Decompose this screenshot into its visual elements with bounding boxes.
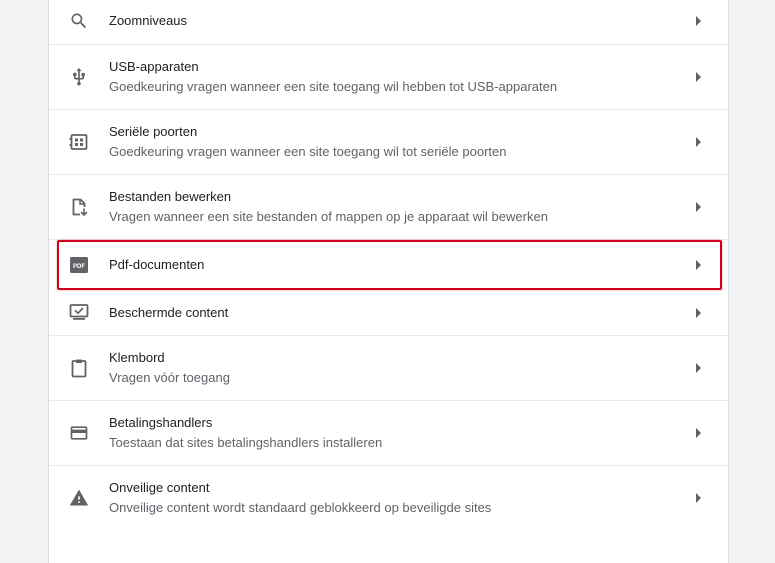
protected-content-icon [69,302,89,322]
settings-row-subtitle: Goedkeuring vragen wanneer een site toeg… [109,79,558,94]
settings-row-usb-devices[interactable]: USB-apparaten Goedkeuring vragen wanneer… [49,45,728,110]
settings-row-title: Onveilige content [109,480,210,495]
settings-row-title: USB-apparaten [109,59,199,74]
settings-row-title: Betalingshandlers [109,415,213,430]
serial-port-icon [69,132,89,152]
chevron-right-icon [696,308,702,318]
settings-row-clipboard[interactable]: Klembord Vragen vóór toegang [49,336,728,401]
chevron-right-icon [696,202,702,212]
settings-row-file-editing[interactable]: Bestanden bewerken Vragen wanneer een si… [49,175,728,240]
clipboard-icon [69,358,89,378]
site-settings-card: Zoomniveaus USB-apparaten Goedkeuring vr… [48,0,729,563]
settings-row-subtitle: Vragen vóór toegang [109,370,230,385]
settings-row-subtitle: Vragen wanneer een site bestanden of map… [109,209,548,224]
settings-row-serial-ports[interactable]: Seriële poorten Goedkeuring vragen wanne… [49,110,728,175]
chevron-right-icon [696,363,702,373]
settings-row-insecure-content[interactable]: Onveilige content Onveilige content word… [49,466,728,531]
pdf-icon-label: PDF [73,264,85,270]
search-icon [69,11,89,31]
settings-row-pdf-documents[interactable]: PDF Pdf-documenten [49,240,728,290]
credit-card-icon [69,423,89,443]
usb-icon [69,67,89,87]
settings-row-payment-handlers[interactable]: Betalingshandlers Toestaan dat sites bet… [49,401,728,466]
file-edit-icon [69,197,89,217]
settings-row-subtitle: Goedkeuring vragen wanneer een site toeg… [109,144,507,159]
settings-row-title: Zoomniveaus [109,13,188,28]
chevron-right-icon [696,16,702,26]
settings-row-protected-content[interactable]: Beschermde content [49,290,728,336]
settings-row-title: Pdf-documenten [109,257,205,272]
chevron-right-icon [696,493,702,503]
settings-row-subtitle: Onveilige content wordt standaard geblok… [109,500,492,515]
settings-row-subtitle: Toestaan dat sites betalingshandlers ins… [109,435,383,450]
chevron-right-icon [696,137,702,147]
warning-icon [69,488,89,508]
settings-row-title: Klembord [109,350,165,365]
settings-row-zoom-levels[interactable]: Zoomniveaus [49,0,728,45]
pdf-icon: PDF [69,255,89,275]
settings-row-title: Beschermde content [109,305,229,320]
settings-row-title: Bestanden bewerken [109,189,232,204]
chevron-right-icon [696,260,702,270]
chevron-right-icon [696,72,702,82]
settings-row-title: Seriële poorten [109,124,198,139]
chevron-right-icon [696,428,702,438]
